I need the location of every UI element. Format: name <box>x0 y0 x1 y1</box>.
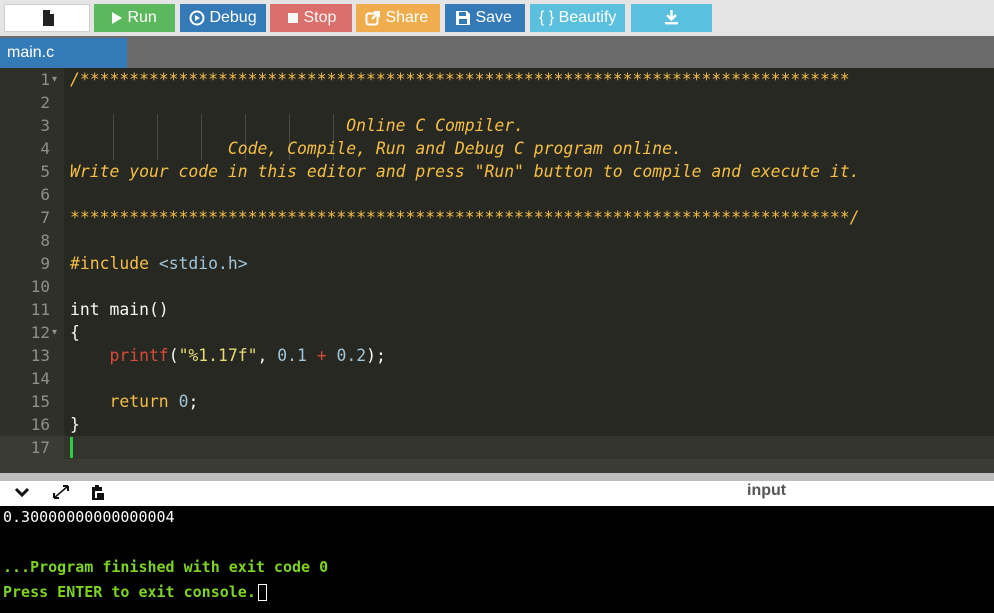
code-line-5: Write your code in this editor and press… <box>70 162 860 181</box>
format-string: "%1.17f" <box>178 346 258 365</box>
line-number: 17 <box>30 438 50 457</box>
debug-label: Debug <box>209 9 257 26</box>
chevron-down-icon[interactable] <box>14 484 30 500</box>
text-caret <box>70 437 73 458</box>
expand-arrows-icon[interactable] <box>52 484 70 500</box>
paren-open: ( <box>168 346 179 365</box>
code-line-16: } <box>70 415 80 434</box>
save-label: Save <box>475 9 512 26</box>
line-number: 16 <box>30 415 50 434</box>
stop-label: Stop <box>303 9 337 26</box>
new-file-icon <box>43 10 54 26</box>
copy-clipboard-icon[interactable] <box>89 484 105 502</box>
line-number: 10 <box>30 277 50 296</box>
share-button[interactable]: Share <box>356 4 440 32</box>
beautify-label: { } Beautify <box>539 9 617 26</box>
line-number: 1 <box>40 70 50 89</box>
number-literal: 0 <box>178 392 189 411</box>
press-enter-message: Press ENTER to exit console. <box>3 583 256 601</box>
code-editor[interactable]: 1 2 3 4 5 6 7 8 9 10 11 12 13 14 15 16 1… <box>0 68 994 473</box>
number-literal: 0.1 <box>277 346 307 365</box>
fold-arrow-icon[interactable]: ▾ <box>52 321 62 344</box>
download-icon <box>665 10 678 25</box>
line-number: 13 <box>30 346 50 365</box>
input-tab-label[interactable]: input <box>747 481 786 501</box>
save-button[interactable]: Save <box>445 4 525 32</box>
paren-close: ); <box>366 346 386 365</box>
code-line-11: int main() <box>70 300 169 319</box>
plus-operator: + <box>306 346 337 365</box>
line-number: 11 <box>30 300 50 319</box>
output-console[interactable]: 0.30000000000000004 ...Program finished … <box>0 506 994 613</box>
debug-button[interactable]: Debug <box>180 4 266 32</box>
code-line-3: Online C Compiler. <box>70 116 524 135</box>
beautify-button[interactable]: { } Beautify <box>530 4 625 32</box>
code-line-15: return 0; <box>70 390 198 413</box>
line-number: 15 <box>30 392 50 411</box>
program-output: 0.30000000000000004 <box>3 508 175 526</box>
line-number: 14 <box>30 369 50 388</box>
include-header: <stdio.h> <box>148 254 248 273</box>
code-line-7: ****************************************… <box>70 208 860 227</box>
active-line-highlight <box>64 436 994 459</box>
stop-square-icon <box>288 13 298 23</box>
share-label: Share <box>385 9 429 26</box>
line-number: 3 <box>40 116 50 135</box>
fold-arrow-icon[interactable]: ▾ <box>52 68 62 91</box>
console-header: input <box>0 481 994 506</box>
code-line-1: /***************************************… <box>70 70 850 89</box>
floppy-save-icon <box>456 11 470 25</box>
line-number: 6 <box>40 185 50 204</box>
stop-button[interactable]: Stop <box>270 4 352 32</box>
run-button[interactable]: Run <box>94 4 175 32</box>
number-literal: 0.2 <box>336 346 367 365</box>
pane-splitter[interactable] <box>0 473 994 481</box>
new-file-button[interactable] <box>4 4 90 32</box>
code-line-13: printf("%1.17f", 0.1 + 0.2); <box>70 344 386 367</box>
code-line-9: #include <stdio.h> <box>70 252 248 275</box>
line-number: 9 <box>40 254 50 273</box>
exit-status-message: ...Program finished with exit code 0 <box>3 558 329 576</box>
console-cursor <box>257 584 267 601</box>
run-label: Run <box>127 9 157 26</box>
printf-call: printf <box>70 346 169 365</box>
include-keyword: #include <box>70 254 149 273</box>
file-tab-bar: main.c <box>0 36 994 68</box>
line-number: 5 <box>40 162 50 181</box>
play-icon <box>112 12 122 24</box>
comma: , <box>257 346 278 365</box>
tab-main-c[interactable]: main.c <box>0 38 127 68</box>
share-icon <box>365 11 380 26</box>
line-number: 2 <box>40 93 50 112</box>
press-enter-line: Press ENTER to exit console. <box>3 582 267 602</box>
code-line-4: Code, Compile, Run and Debug C program o… <box>70 139 682 158</box>
line-number: 7 <box>40 208 50 227</box>
download-button[interactable] <box>631 4 712 32</box>
toolbar: Run Debug Stop Share Save { } Beautify <box>0 0 994 36</box>
editor-bottom-padding <box>0 459 994 473</box>
debug-circle-icon <box>189 10 205 26</box>
return-keyword: return <box>70 392 169 411</box>
line-number: 8 <box>40 231 50 250</box>
line-number: 12 <box>30 323 50 342</box>
line-number: 4 <box>40 139 50 158</box>
code-line-12: { <box>70 323 80 342</box>
semicolon: ; <box>188 392 199 411</box>
